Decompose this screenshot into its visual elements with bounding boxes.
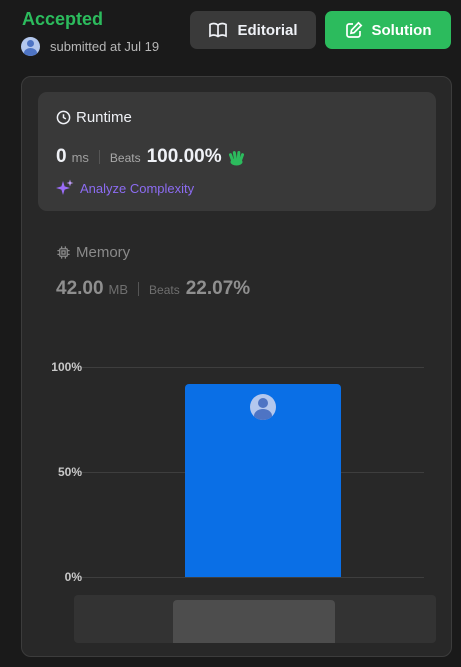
submitted-time: submitted at Jul 19	[50, 39, 160, 54]
solution-button[interactable]: Solution	[325, 11, 451, 49]
memory-beats-value: 22.07%	[185, 278, 251, 299]
avatar[interactable]	[21, 37, 40, 56]
clock-icon	[56, 110, 71, 125]
runtime-title: Runtime	[56, 109, 132, 126]
book-open-icon	[209, 22, 228, 38]
runtime-value: 0	[56, 146, 67, 167]
runtime-unit: ms	[71, 150, 89, 165]
memory-stats: 42.00 MB Beats 22.07%	[56, 278, 250, 300]
edit-icon	[345, 21, 362, 38]
analyze-complexity-label: Analyze Complexity	[80, 180, 195, 196]
runtime-distribution-chart: 100% 50% 0%	[22, 347, 451, 592]
clapping-hands-icon	[228, 151, 244, 166]
memory-title: Memory	[56, 244, 130, 261]
divider	[138, 282, 140, 296]
memory-card[interactable]: Memory 42.00 MB Beats 22.07%	[56, 241, 436, 311]
y-tick-label: 50%	[57, 465, 82, 479]
avatar	[250, 393, 276, 420]
solution-label: Solution	[371, 21, 432, 39]
editorial-label: Editorial	[237, 21, 298, 39]
runtime-title-label: Runtime	[76, 109, 132, 126]
runtime-stats: 0 ms Beats 100.00%	[56, 146, 246, 168]
y-tick-label: 0%	[64, 570, 82, 584]
sparkle-icon	[56, 179, 74, 195]
chart-range-scrubber[interactable]	[74, 595, 436, 643]
runtime-card[interactable]: Runtime 0 ms Beats 100.00% Analyze Compl…	[38, 92, 436, 211]
runtime-beats-value: 100.00%	[146, 146, 222, 167]
analyze-complexity-link[interactable]: Analyze Complexity	[56, 179, 194, 197]
memory-title-label: Memory	[76, 244, 131, 261]
memory-unit: MB	[108, 282, 129, 297]
status-title: Accepted	[22, 9, 104, 29]
chip-icon	[57, 246, 70, 259]
scrubber-thumb[interactable]	[173, 600, 335, 643]
submission-detail-panel: Runtime 0 ms Beats 100.00% Analyze Compl…	[21, 76, 452, 657]
gridline	[73, 577, 424, 578]
submission-header: Accepted submitted at Jul 19 Editorial S…	[0, 0, 461, 64]
editorial-button[interactable]: Editorial	[190, 11, 316, 49]
y-tick-label: 100%	[51, 360, 82, 374]
memory-beats-label: Beats	[149, 283, 180, 297]
gridline	[73, 367, 424, 368]
memory-value: 42.00	[56, 278, 104, 299]
submitter-info: submitted at Jul 19	[21, 37, 159, 56]
runtime-beats-label: Beats	[109, 151, 141, 165]
divider	[98, 150, 100, 164]
